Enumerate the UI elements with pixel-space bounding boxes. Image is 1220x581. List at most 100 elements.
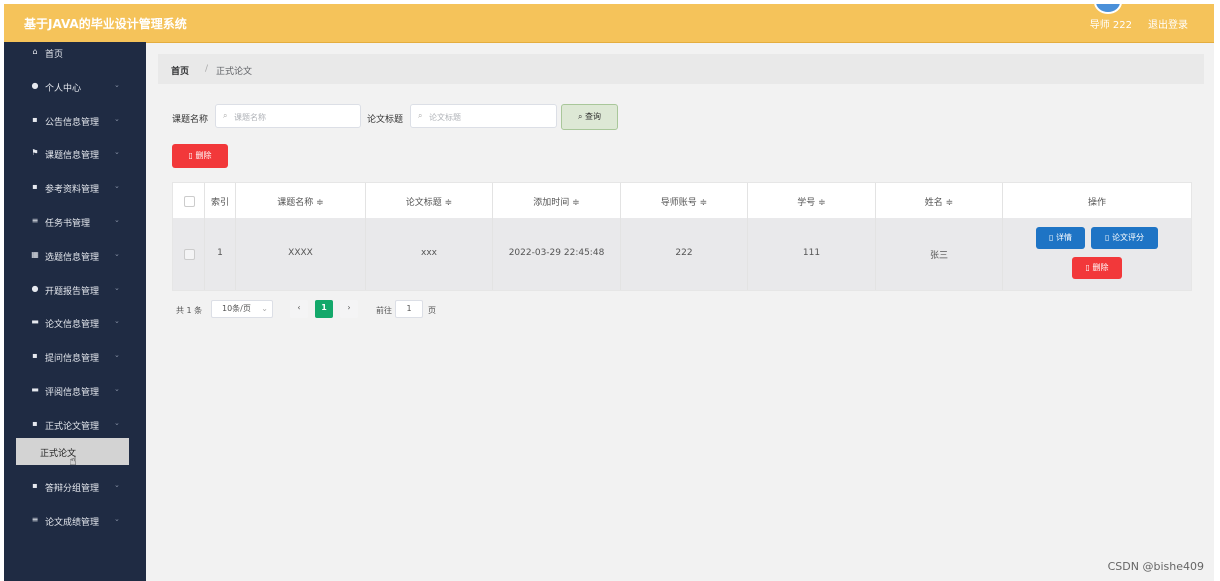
cell-teacher: 222	[621, 218, 748, 290]
chevron-down-icon: ⌄	[114, 216, 120, 224]
col-header-index: 索引	[205, 183, 236, 218]
sidebar-item-label: 个人中心	[45, 84, 82, 94]
total-count: 共 1 条	[176, 306, 203, 315]
chevron-down-icon: ⌄	[114, 481, 120, 489]
chevron-down-icon: ⌄	[114, 115, 120, 123]
app-title: 基于JAVA的毕业设计管理系统	[24, 17, 187, 31]
sidebar-item-home[interactable]: ⌂ 首页	[4, 42, 146, 64]
sidebar-item-proposal[interactable]: ● 开题报告管理 ⌄	[4, 279, 146, 301]
sidebar-item-label: 开题报告管理	[45, 287, 100, 297]
table-icon: ▦	[31, 250, 39, 259]
breadcrumb-home[interactable]: 首页	[171, 64, 189, 77]
user-name: 导师 222	[1089, 20, 1132, 31]
row-select-cell	[173, 218, 205, 290]
user-icon: ●	[31, 284, 39, 293]
sidebar-item-label: 论文信息管理	[45, 320, 100, 330]
sidebar-item-reviews[interactable]: ▬ 评阅信息管理 ⌄	[4, 380, 146, 402]
app-window: 基于JAVA的毕业设计管理系统 导师 222 退出登录 ⌂ 首页 ● 个人中心 …	[4, 4, 1214, 581]
sidebar-item-label: 任务书管理	[45, 219, 91, 229]
page-size-select[interactable]: 10条/页 ⌄	[211, 300, 273, 318]
data-table: 索引 课题名称 ≑ 论文标题 ≑ 添加时间 ≑ 导师账号 ≑ 学号 ≑ 姓名 ≑…	[172, 182, 1192, 291]
sidebar-item-label: 评阅信息管理	[45, 388, 100, 398]
col-header-title[interactable]: 论文标题 ≑	[366, 183, 493, 218]
batch-delete-button[interactable]: ▯ 删除	[172, 144, 228, 168]
sidebar-item-formal-thesis[interactable]: ▪ 正式论文管理 ⌄	[4, 414, 146, 436]
sidebar-item-personal-center[interactable]: ● 个人中心 ⌄	[4, 76, 146, 98]
sidebar-item-topics[interactable]: ⚑ 课题信息管理 ⌄	[4, 143, 146, 165]
select-all-checkbox[interactable]	[184, 196, 195, 207]
sidebar-item-announcements[interactable]: ▪ 公告信息管理 ⌄	[4, 110, 146, 132]
sidebar-item-label: 选题信息管理	[45, 253, 100, 263]
cell-student-no: 111	[748, 218, 876, 290]
chevron-down-icon: ⌄	[114, 385, 120, 393]
sidebar-item-defense-groups[interactable]: ▪ 答辩分组管理 ⌄	[4, 476, 146, 498]
watermark: CSDN @bishe409	[1107, 560, 1204, 573]
score-button[interactable]: ▯ 论文评分	[1091, 227, 1158, 249]
chevron-down-icon: ⌄	[114, 419, 120, 427]
grid-icon: ▪	[32, 419, 38, 428]
sidebar-item-task-book[interactable]: ≡ 任务书管理 ⌄	[4, 211, 146, 233]
row-delete-button-label: 删除	[1092, 263, 1109, 272]
cell-topic: XXXX	[236, 218, 366, 290]
chevron-down-icon: ⌄	[114, 182, 120, 190]
cell-time: 2022-03-29 22:45:48	[493, 218, 621, 290]
page-1-button[interactable]: 1	[315, 300, 333, 318]
col-header-student-no[interactable]: 学号 ≑	[748, 183, 876, 218]
sidebar-item-thesis-scores[interactable]: ≡ 论文成绩管理 ⌄	[4, 510, 146, 532]
col-header-time[interactable]: 添加时间 ≑	[493, 183, 621, 218]
breadcrumb: 首页 / 正式论文	[158, 54, 1204, 84]
prev-page-button[interactable]: ‹	[290, 300, 308, 318]
query-button[interactable]: ⌕ 查询	[561, 104, 618, 130]
thesis-title-label: 论文标题	[367, 115, 404, 125]
col-header-teacher[interactable]: 导师账号 ≑	[621, 183, 748, 218]
sidebar-item-questions[interactable]: ▪ 提问信息管理 ⌄	[4, 346, 146, 368]
breadcrumb-current: 正式论文	[216, 67, 253, 77]
document-icon: ▬	[31, 385, 39, 394]
cell-actions: ▯ 详情 ▯ 论文评分 ▯ 删除	[1003, 218, 1191, 290]
sidebar-item-topic-selection[interactable]: ▦ 选题信息管理 ⌄	[4, 245, 146, 267]
list-icon: ≡	[31, 515, 39, 524]
search-icon: ⌕	[223, 111, 228, 120]
goto-page-input[interactable]: 1	[395, 300, 423, 318]
chevron-down-icon: ⌄	[114, 317, 120, 325]
trash-icon: ▯	[188, 151, 193, 160]
sidebar-item-label: 参考资料管理	[45, 185, 100, 195]
sidebar-item-thesis-info[interactable]: ▬ 论文信息管理 ⌄	[4, 312, 146, 334]
grid-icon: ▪	[32, 115, 38, 124]
grid-icon: ▪	[32, 351, 38, 360]
sidebar-item-label: 公告信息管理	[45, 118, 100, 128]
chevron-down-icon: ⌄	[261, 304, 268, 313]
chevron-down-icon: ⌄	[114, 351, 120, 359]
sidebar-item-references[interactable]: ▪ 参考资料管理 ⌄	[4, 177, 146, 199]
flag-icon: ⚑	[31, 148, 39, 157]
sidebar-item-label: 正式论文管理	[45, 422, 100, 432]
search-icon: ⌕	[418, 111, 423, 120]
detail-button[interactable]: ▯ 详情	[1036, 227, 1085, 249]
main-content: 首页 / 正式论文 课题名称 ⌕ 课题名称 论文标题 ⌕ 论文标题 ⌕ 查询 ▯…	[146, 42, 1214, 581]
breadcrumb-separator: /	[205, 64, 209, 74]
chevron-down-icon: ⌄	[114, 81, 120, 89]
trash-icon: ▯	[1085, 263, 1090, 272]
thesis-title-input[interactable]: ⌕ 论文标题	[410, 104, 557, 128]
score-button-label: 论文评分	[1111, 233, 1144, 242]
chevron-down-icon: ⌄	[114, 515, 120, 523]
avatar[interactable]	[1094, 4, 1122, 14]
sidebar-item-label: 提问信息管理	[45, 354, 100, 364]
sidebar-item-label: 论文成绩管理	[45, 518, 100, 528]
page-size-value: 10条/页	[222, 304, 251, 313]
next-page-button[interactable]: ›	[340, 300, 358, 318]
hand-cursor-icon: ☝	[69, 454, 77, 469]
col-header-name[interactable]: 姓名 ≑	[876, 183, 1003, 218]
col-header-actions: 操作	[1087, 198, 1106, 208]
logout-link[interactable]: 退出登录	[1148, 16, 1188, 31]
row-delete-button[interactable]: ▯ 删除	[1072, 257, 1122, 279]
chevron-down-icon: ⌄	[114, 250, 120, 258]
topic-name-input[interactable]: ⌕ 课题名称	[215, 104, 361, 128]
row-checkbox[interactable]	[184, 249, 195, 260]
detail-button-label: 详情	[1055, 233, 1072, 242]
goto-label: 前往	[376, 306, 392, 315]
sidebar-item-label: 课题信息管理	[45, 151, 100, 161]
cell-name: 张三	[876, 218, 1003, 290]
col-header-topic[interactable]: 课题名称 ≑	[236, 183, 366, 218]
grid-icon: ▪	[32, 481, 38, 490]
